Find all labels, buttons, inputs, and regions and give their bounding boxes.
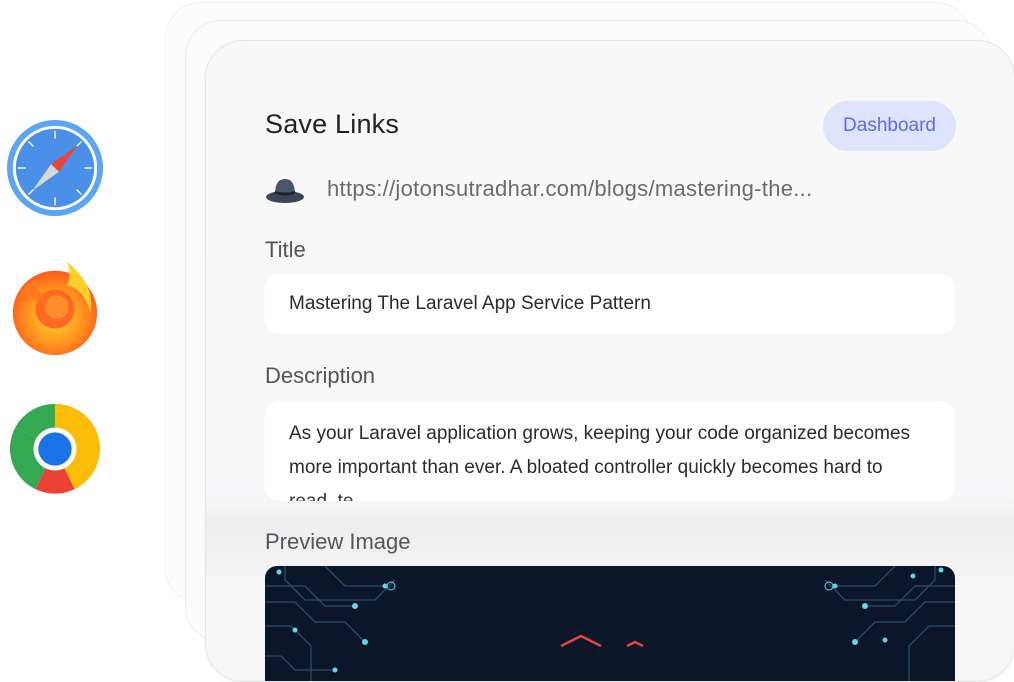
title-label: Title — [265, 237, 306, 262]
dashboard-button[interactable]: Dashboard — [823, 101, 956, 151]
preview-image — [265, 566, 955, 681]
saved-url: https://jotonsutradhar.com/blogs/masteri… — [327, 176, 813, 201]
circuit-graphic — [265, 566, 955, 681]
save-links-card: Save Links Dashboard https://jotonsutrad… — [205, 40, 1014, 682]
description-input[interactable]: As your Laravel application grows, keepi… — [265, 401, 955, 501]
description-label: Description — [265, 363, 376, 388]
firefox-icon[interactable] — [6, 258, 104, 356]
hat-icon — [266, 179, 304, 203]
url-row: https://jotonsutradhar.com/blogs/masteri… — [265, 169, 813, 209]
preview-label: Preview Image — [265, 529, 411, 554]
card-title: Save Links — [265, 109, 400, 139]
chrome-icon[interactable] — [6, 400, 104, 498]
title-input[interactable]: Mastering The Laravel App Service Patter… — [265, 274, 955, 334]
safari-icon[interactable] — [6, 119, 104, 217]
